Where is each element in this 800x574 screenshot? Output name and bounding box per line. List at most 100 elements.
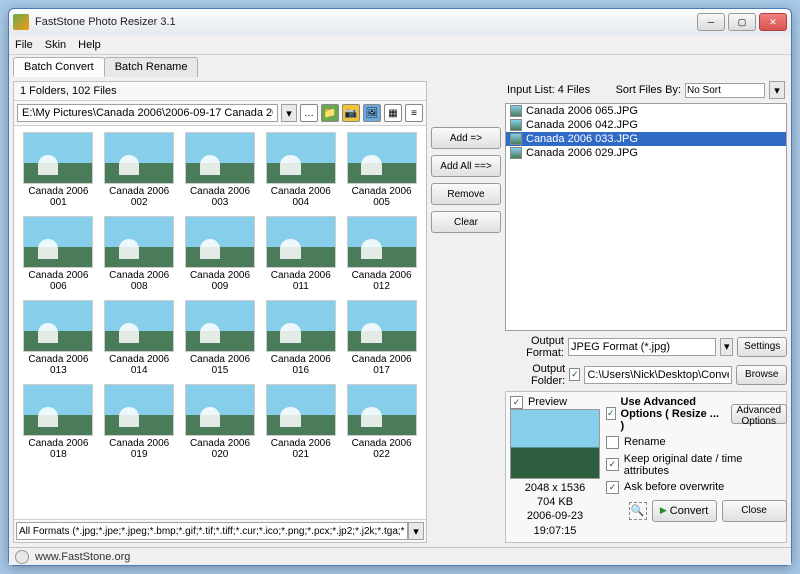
thumbnail[interactable]: Canada 2006 001 bbox=[20, 132, 97, 208]
thumbnail[interactable]: Canada 2006 018 bbox=[20, 384, 97, 460]
thumbnail-caption: Canada 2006 005 bbox=[343, 186, 420, 208]
content: 1 Folders, 102 Files ▾ … 📁 📷 🖼 ▦ ≡ Canad… bbox=[9, 77, 791, 547]
sort-select[interactable] bbox=[685, 83, 765, 98]
add-all-button[interactable]: Add All ==> bbox=[431, 155, 501, 177]
advanced-options-button[interactable]: Advanced Options bbox=[731, 404, 787, 424]
convert-button[interactable]: ▶Convert bbox=[652, 500, 717, 522]
thumbnail-image bbox=[185, 216, 255, 268]
thumbnail-image bbox=[104, 300, 174, 352]
close-window-button[interactable]: ✕ bbox=[759, 13, 787, 31]
thumbnail[interactable]: Canada 2006 002 bbox=[101, 132, 178, 208]
thumbnail-caption: Canada 2006 019 bbox=[101, 438, 178, 460]
path-dropdown-button[interactable]: ▾ bbox=[281, 104, 297, 122]
thumbnail-caption: Canada 2006 003 bbox=[182, 186, 259, 208]
view-grid-button[interactable]: ▦ bbox=[384, 104, 402, 122]
thumbnail-caption: Canada 2006 018 bbox=[20, 438, 97, 460]
thumbnail[interactable]: Canada 2006 020 bbox=[182, 384, 259, 460]
input-list[interactable]: Canada 2006 065.JPGCanada 2006 042.JPGCa… bbox=[505, 103, 787, 331]
menubar: File Skin Help bbox=[9, 35, 791, 55]
close-button[interactable]: Close bbox=[722, 500, 787, 522]
input-list-header: Input List: 4 Files Sort Files By: ▾ bbox=[505, 81, 787, 99]
website-link[interactable]: www.FastStone.org bbox=[35, 551, 130, 563]
options-list: ✓ Use Advanced Options ( Resize ... ) Adva… bbox=[606, 396, 787, 538]
use-advanced-label: Use Advanced Options ( Resize ... ) bbox=[621, 396, 721, 432]
filter-dropdown-button[interactable]: ▾ bbox=[408, 522, 424, 540]
thumbnail[interactable]: Canada 2006 003 bbox=[182, 132, 259, 208]
toolbar-icon-2[interactable]: 📷 bbox=[342, 104, 360, 122]
thumbnail-caption: Canada 2006 017 bbox=[343, 354, 420, 376]
app-window: FastStone Photo Resizer 3.1 ─ ▢ ✕ File S… bbox=[8, 8, 792, 566]
settings-button[interactable]: Settings bbox=[737, 337, 787, 357]
window-title: FastStone Photo Resizer 3.1 bbox=[35, 16, 697, 28]
format-filter[interactable] bbox=[16, 522, 408, 540]
menu-skin[interactable]: Skin bbox=[45, 39, 66, 51]
clear-button[interactable]: Clear bbox=[431, 211, 501, 233]
rename-checkbox[interactable] bbox=[606, 436, 619, 449]
thumbnail[interactable]: Canada 2006 005 bbox=[343, 132, 420, 208]
preview-checkbox[interactable]: ✓ bbox=[510, 396, 523, 409]
menu-file[interactable]: File bbox=[15, 39, 33, 51]
remove-button[interactable]: Remove bbox=[431, 183, 501, 205]
output-folder-label: Output Folder: bbox=[505, 363, 565, 387]
input-list-item[interactable]: Canada 2006 042.JPG bbox=[506, 118, 786, 132]
thumbnail-image bbox=[347, 132, 417, 184]
input-list-label: Input List: 4 Files bbox=[507, 84, 590, 96]
sort-dropdown-button[interactable]: ▾ bbox=[769, 81, 785, 99]
thumbnail[interactable]: Canada 2006 009 bbox=[182, 216, 259, 292]
output-folder-checkbox[interactable]: ✓ bbox=[569, 368, 580, 381]
output-folder-input[interactable] bbox=[584, 366, 732, 384]
input-list-item[interactable]: Canada 2006 033.JPG bbox=[506, 132, 786, 146]
file-icon bbox=[510, 147, 522, 159]
toolbar-icon-1[interactable]: 📁 bbox=[321, 104, 339, 122]
thumbnail-image bbox=[185, 132, 255, 184]
thumbnail[interactable]: Canada 2006 022 bbox=[343, 384, 420, 460]
maximize-button[interactable]: ▢ bbox=[728, 13, 756, 31]
thumbnail[interactable]: Canada 2006 008 bbox=[101, 216, 178, 292]
thumbnail-caption: Canada 2006 012 bbox=[343, 270, 420, 292]
keep-date-checkbox[interactable]: ✓ bbox=[606, 458, 619, 471]
keep-date-label: Keep original date / time attributes bbox=[624, 453, 787, 477]
status-icon[interactable] bbox=[15, 550, 29, 564]
thumbnail[interactable]: Canada 2006 021 bbox=[262, 384, 339, 460]
input-list-item[interactable]: Canada 2006 029.JPG bbox=[506, 146, 786, 160]
thumbnail[interactable]: Canada 2006 019 bbox=[101, 384, 178, 460]
output-format-dropdown-button[interactable]: ▾ bbox=[720, 338, 733, 356]
browse-button[interactable]: Browse bbox=[736, 365, 787, 385]
output-format-select[interactable] bbox=[568, 338, 716, 356]
thumbnail-image bbox=[347, 300, 417, 352]
thumbnail[interactable]: Canada 2006 014 bbox=[101, 300, 178, 376]
view-list-button[interactable]: ≡ bbox=[405, 104, 423, 122]
filter-row: ▾ bbox=[14, 519, 426, 542]
magnifier-icon[interactable]: 🔍 bbox=[629, 502, 647, 520]
thumbnail[interactable]: Canada 2006 015 bbox=[182, 300, 259, 376]
thumbnail-caption: Canada 2006 011 bbox=[262, 270, 339, 292]
add-button[interactable]: Add => bbox=[431, 127, 501, 149]
thumbnail[interactable]: Canada 2006 004 bbox=[262, 132, 339, 208]
menu-help[interactable]: Help bbox=[78, 39, 101, 51]
toolbar-icon-3[interactable]: 🖼 bbox=[363, 104, 381, 122]
ask-overwrite-checkbox[interactable]: ✓ bbox=[606, 481, 619, 494]
thumbnail[interactable]: Canada 2006 006 bbox=[20, 216, 97, 292]
output-folder-row: Output Folder: ✓ Browse bbox=[505, 363, 787, 387]
browse-folder-button[interactable]: … bbox=[300, 104, 318, 122]
thumbnail-image bbox=[23, 300, 93, 352]
minimize-button[interactable]: ─ bbox=[697, 13, 725, 31]
thumbnail-image bbox=[104, 132, 174, 184]
thumbnail[interactable]: Canada 2006 016 bbox=[262, 300, 339, 376]
ask-overwrite-label: Ask before overwrite bbox=[624, 481, 724, 493]
thumbnail-caption: Canada 2006 004 bbox=[262, 186, 339, 208]
rename-label: Rename bbox=[624, 436, 666, 448]
folder-summary: 1 Folders, 102 Files bbox=[14, 82, 426, 101]
path-input[interactable] bbox=[17, 104, 278, 122]
thumbnail[interactable]: Canada 2006 011 bbox=[262, 216, 339, 292]
input-list-item[interactable]: Canada 2006 065.JPG bbox=[506, 104, 786, 118]
tab-batch-convert[interactable]: Batch Convert bbox=[13, 57, 105, 77]
thumbnail-caption: Canada 2006 015 bbox=[182, 354, 259, 376]
use-advanced-checkbox[interactable]: ✓ bbox=[606, 407, 616, 420]
thumbnail[interactable]: Canada 2006 013 bbox=[20, 300, 97, 376]
thumbnail-caption: Canada 2006 022 bbox=[343, 438, 420, 460]
tab-batch-rename[interactable]: Batch Rename bbox=[104, 57, 199, 77]
statusbar: www.FastStone.org bbox=[9, 547, 791, 565]
thumbnail[interactable]: Canada 2006 017 bbox=[343, 300, 420, 376]
thumbnail[interactable]: Canada 2006 012 bbox=[343, 216, 420, 292]
